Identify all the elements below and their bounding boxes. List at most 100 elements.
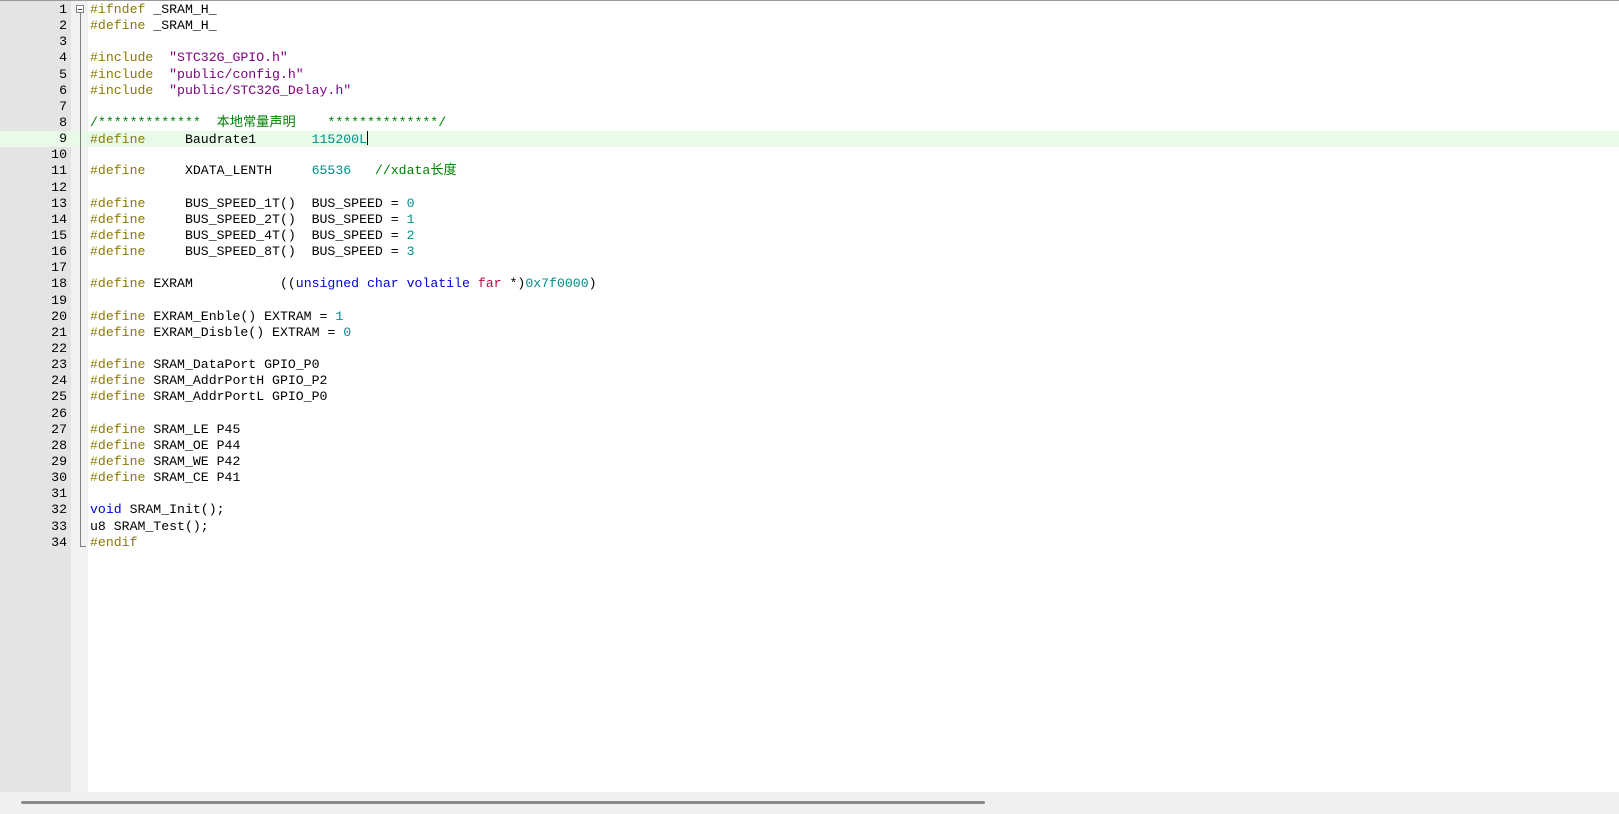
code-line[interactable]: 1 #ifndef _SRAM_H_ — [0, 2, 1619, 19]
code-editor[interactable]: 1 #ifndef _SRAM_H_ 2 #define _SRAM_H_ 3 4 #inc… — [0, 0, 1619, 792]
line-text: #define BUS_SPEED_8T() BUS_SPEED = 3 — [90, 244, 414, 260]
code-area[interactable]: 1 #ifndef _SRAM_H_ 2 #define _SRAM_H_ 3 4 #inc… — [0, 2, 1619, 551]
line-text: u8 SRAM_Test(); — [90, 519, 209, 535]
fold-guide-line — [80, 82, 81, 100]
fold-guide — [75, 405, 86, 423]
code-line[interactable]: 14 #define BUS_SPEED_2T() BUS_SPEED = 1 — [0, 211, 1619, 229]
code-line[interactable]: 34 #endif — [0, 534, 1619, 551]
code-line[interactable]: 19 — [0, 292, 1619, 310]
code-token: "public/config.h" — [153, 66, 304, 82]
fold-box[interactable] — [76, 5, 84, 13]
code-line[interactable]: 28 #define SRAM_OE P44 — [0, 437, 1619, 455]
code-line[interactable]: 3 — [0, 34, 1619, 52]
fold-guide — [75, 179, 86, 197]
code-line[interactable]: 11 #define XDATA_LENTH 65536 //xdata长度 — [0, 163, 1619, 181]
code-line[interactable]: 5 #include "public/config.h" — [0, 66, 1619, 84]
fold-guide-line — [80, 502, 81, 520]
fold-guide — [75, 276, 86, 294]
line-text: #define Baudrate1 115200L — [90, 131, 369, 148]
code-token: 1 — [335, 308, 344, 324]
fold-guide — [75, 163, 86, 181]
fold-guide-line — [80, 179, 81, 197]
code-token: 0 — [343, 324, 352, 340]
code-line[interactable]: 8 /************* 本地常量声明 **************/ — [0, 114, 1619, 132]
code-line[interactable]: 29 #define SRAM_WE P42 — [0, 453, 1619, 471]
horizontal-scrollbar[interactable] — [0, 792, 1619, 814]
code-line[interactable]: 17 — [0, 260, 1619, 278]
code-token: #define — [90, 470, 146, 486]
code-token: Baudrate1 — [145, 132, 312, 148]
code-token: 3 — [406, 244, 415, 260]
fold-guide — [75, 66, 86, 84]
code-line[interactable]: 20 #define EXRAM_Enble() EXTRAM = 1 — [0, 308, 1619, 326]
fold-guide — [75, 292, 86, 310]
code-token: u8 SRAM_Test(); — [90, 518, 209, 534]
code-line[interactable]: 31 — [0, 486, 1619, 504]
fold-minus-icon[interactable] — [75, 2, 86, 19]
code-line[interactable]: 32 void SRAM_Init(); — [0, 502, 1619, 520]
fold-guide-line — [80, 211, 81, 229]
fold-guide — [75, 211, 86, 229]
horizontal-scrollbar-thumb[interactable] — [21, 801, 985, 804]
line-number: 34 — [51, 534, 67, 550]
code-line[interactable]: 16 #define BUS_SPEED_8T() BUS_SPEED = 3 — [0, 244, 1619, 262]
line-number: 18 — [51, 276, 67, 292]
code-token: SRAM_OE P44 — [145, 437, 241, 453]
code-token: #define — [90, 437, 146, 453]
code-token: 0 — [406, 195, 415, 211]
fold-guide — [75, 453, 86, 471]
fold-guide — [75, 227, 86, 245]
fold-guide — [80, 534, 81, 546]
code-line[interactable]: 15 #define BUS_SPEED_4T() BUS_SPEED = 2 — [0, 227, 1619, 245]
line-text: #define SRAM_LE P45 — [90, 422, 240, 438]
code-line[interactable]: 33 u8 SRAM_Test(); — [0, 518, 1619, 536]
line-text: #define SRAM_AddrPortH GPIO_P2 — [90, 373, 327, 389]
line-text: #define SRAM_WE P42 — [90, 454, 240, 470]
line-number: 6 — [59, 82, 67, 98]
code-token: 65536 — [311, 163, 352, 179]
line-text: #define SRAM_AddrPortL GPIO_P0 — [90, 389, 327, 405]
fold-guide-line — [80, 437, 81, 455]
line-number: 3 — [59, 34, 67, 50]
code-token: #define — [90, 389, 146, 405]
code-line[interactable]: 30 #define SRAM_CE P41 — [0, 470, 1619, 488]
code-line[interactable]: 18 #define EXRAM ((unsigned char volatile… — [0, 276, 1619, 294]
code-line[interactable]: 13 #define BUS_SPEED_1T() BUS_SPEED = 0 — [0, 195, 1619, 213]
code-line[interactable]: 26 — [0, 405, 1619, 423]
code-line[interactable]: 4 #include "STC32G_GPIO.h" — [0, 50, 1619, 68]
code-token: _SRAM_H_ — [145, 2, 217, 17]
fold-guide — [75, 324, 86, 342]
fold-guide-line — [80, 518, 81, 536]
code-token: #define — [90, 453, 146, 469]
code-line[interactable]: 2 #define _SRAM_H_ — [0, 18, 1619, 36]
code-line[interactable]: 25 #define SRAM_AddrPortL GPIO_P0 — [0, 389, 1619, 407]
line-number: 9 — [59, 131, 67, 147]
fold-guide-line — [80, 98, 81, 116]
line-number: 25 — [51, 389, 67, 405]
code-line[interactable]: 10 — [0, 147, 1619, 165]
code-line[interactable]: 27 #define SRAM_LE P45 — [0, 421, 1619, 439]
line-number: 8 — [59, 114, 67, 130]
text-caret — [367, 131, 369, 146]
code-token: #define — [90, 421, 146, 437]
line-number: 28 — [51, 437, 67, 453]
code-line[interactable]: 7 — [0, 98, 1619, 116]
code-line[interactable]: 23 #define SRAM_DataPort GPIO_P0 — [0, 357, 1619, 375]
code-line[interactable]: 24 #define SRAM_AddrPortH GPIO_P2 — [0, 373, 1619, 391]
code-token: #define — [90, 211, 146, 227]
code-line[interactable]: 9 #define Baudrate1 115200L — [0, 131, 1619, 149]
line-text: void SRAM_Init(); — [90, 502, 225, 518]
fold-guide-end — [80, 545, 86, 547]
line-number: 5 — [59, 66, 67, 82]
line-number: 22 — [51, 340, 67, 356]
line-number: 14 — [51, 211, 67, 227]
code-line[interactable]: 21 #define EXRAM_Disble() EXTRAM = 0 — [0, 324, 1619, 342]
code-line[interactable]: 6 #include "public/STC32G_Delay.h" — [0, 82, 1619, 100]
line-number: 11 — [51, 163, 67, 179]
line-text: #define _SRAM_H_ — [90, 18, 217, 34]
code-line[interactable]: 22 — [0, 340, 1619, 358]
code-line[interactable]: 12 — [0, 179, 1619, 197]
fold-guide — [75, 50, 86, 68]
line-number: 10 — [51, 147, 67, 163]
code-token: #define — [90, 308, 146, 324]
